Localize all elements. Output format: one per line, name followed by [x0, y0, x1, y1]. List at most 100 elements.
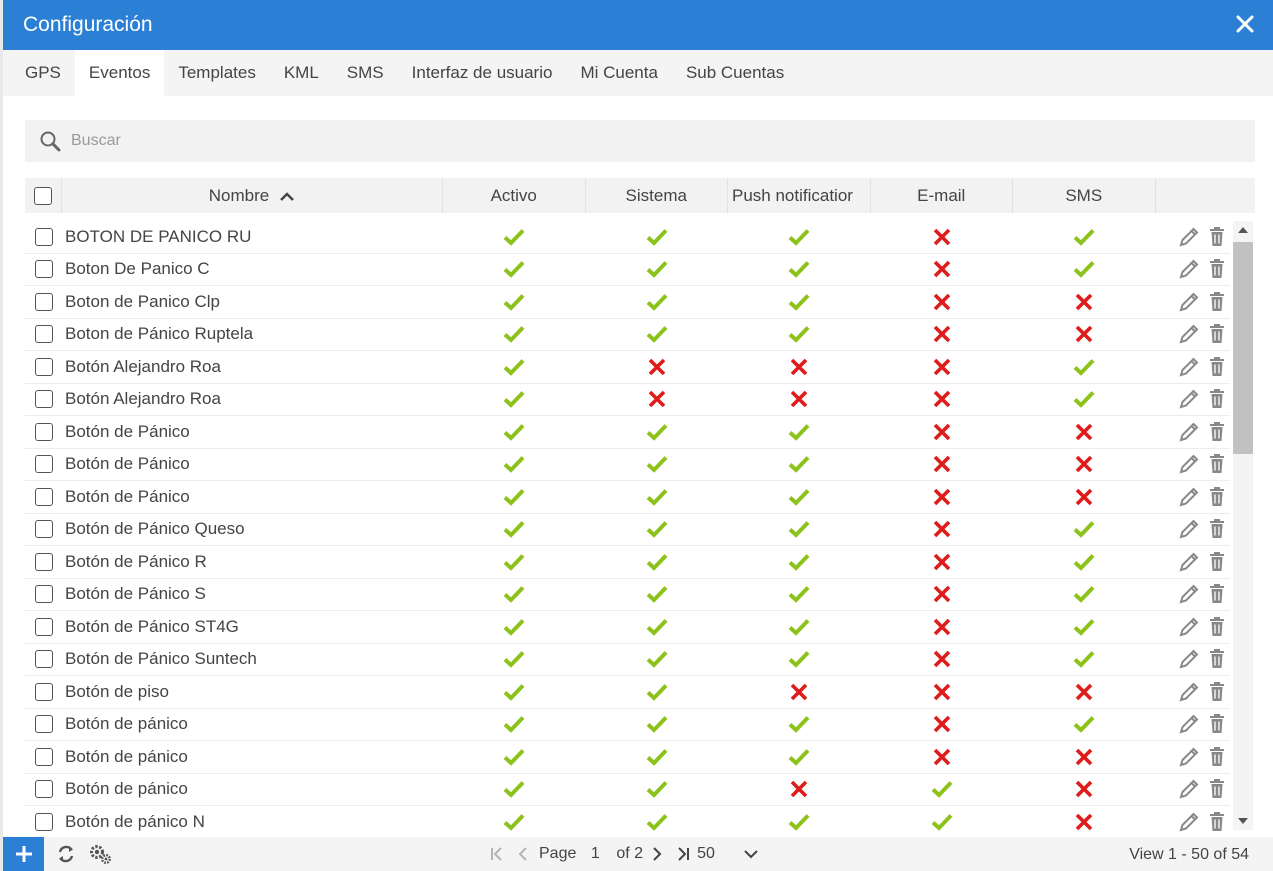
- row-checkbox[interactable]: [34, 552, 53, 571]
- refresh-button[interactable]: [56, 844, 76, 864]
- table-row[interactable]: Botón de piso: [25, 676, 1230, 709]
- select-all-checkbox[interactable]: [34, 186, 52, 205]
- pencil-icon[interactable]: [1178, 356, 1200, 378]
- tab-eventos[interactable]: Eventos: [74, 50, 165, 96]
- table-row[interactable]: Botón Alejandro Roa: [25, 351, 1230, 384]
- scrollbar-thumb[interactable]: [1233, 242, 1253, 454]
- tab-gps[interactable]: GPS: [11, 50, 75, 96]
- table-row[interactable]: Botón Alejandro Roa: [25, 384, 1230, 416]
- column-header-sms[interactable]: SMS: [1013, 178, 1156, 213]
- row-checkbox[interactable]: [34, 812, 53, 831]
- table-row[interactable]: Botón de Pánico Queso: [25, 514, 1230, 546]
- pencil-icon[interactable]: [1178, 258, 1200, 280]
- add-button[interactable]: [3, 837, 44, 871]
- trash-icon[interactable]: [1208, 583, 1226, 605]
- settings-button[interactable]: [88, 843, 112, 865]
- trash-icon[interactable]: [1208, 518, 1226, 540]
- row-checkbox[interactable]: [34, 520, 53, 539]
- row-checkbox[interactable]: [34, 585, 53, 604]
- row-checkbox[interactable]: [34, 682, 53, 701]
- trash-icon[interactable]: [1208, 616, 1226, 638]
- table-row[interactable]: Botón de Pánico: [25, 416, 1230, 449]
- page-number-input[interactable]: [578, 845, 613, 863]
- pencil-icon[interactable]: [1178, 388, 1200, 410]
- row-checkbox[interactable]: [34, 325, 53, 344]
- trash-icon[interactable]: [1208, 811, 1226, 833]
- last-page-button[interactable]: [675, 846, 691, 862]
- pencil-icon[interactable]: [1178, 453, 1200, 475]
- pencil-icon[interactable]: [1178, 583, 1200, 605]
- pencil-icon[interactable]: [1178, 323, 1200, 345]
- pencil-icon[interactable]: [1178, 551, 1200, 573]
- close-icon[interactable]: [1233, 12, 1257, 36]
- pencil-icon[interactable]: [1178, 421, 1200, 443]
- trash-icon[interactable]: [1208, 551, 1226, 573]
- trash-icon[interactable]: [1208, 323, 1226, 345]
- row-checkbox[interactable]: [34, 617, 53, 636]
- row-checkbox[interactable]: [34, 357, 53, 376]
- column-header-email[interactable]: E-mail: [871, 178, 1013, 213]
- table-row[interactable]: Botón de pánico N: [25, 806, 1230, 835]
- table-row[interactable]: Botón de pánico: [25, 741, 1230, 774]
- table-row[interactable]: Botón de Pánico S: [25, 579, 1230, 611]
- trash-icon[interactable]: [1208, 421, 1226, 443]
- pencil-icon[interactable]: [1178, 291, 1200, 313]
- pencil-icon[interactable]: [1178, 713, 1200, 735]
- trash-icon[interactable]: [1208, 746, 1226, 768]
- trash-icon[interactable]: [1208, 258, 1226, 280]
- pencil-icon[interactable]: [1178, 486, 1200, 508]
- row-checkbox[interactable]: [34, 390, 53, 409]
- pencil-icon[interactable]: [1178, 811, 1200, 833]
- trash-icon[interactable]: [1208, 486, 1226, 508]
- row-checkbox[interactable]: [34, 292, 53, 311]
- tab-interfaz-de-usuario[interactable]: Interfaz de usuario: [398, 50, 567, 96]
- column-header-nombre[interactable]: Nombre: [62, 178, 443, 213]
- row-checkbox[interactable]: [34, 422, 53, 441]
- table-row[interactable]: BOTON DE PANICO RU: [25, 221, 1230, 254]
- row-checkbox[interactable]: [34, 227, 53, 246]
- table-row[interactable]: Botón de pánico: [25, 709, 1230, 741]
- trash-icon[interactable]: [1208, 291, 1226, 313]
- pencil-icon[interactable]: [1178, 226, 1200, 248]
- tab-kml[interactable]: KML: [270, 50, 333, 96]
- next-page-button[interactable]: [651, 846, 663, 862]
- row-checkbox[interactable]: [34, 260, 53, 279]
- table-row[interactable]: Botón de Pánico: [25, 449, 1230, 481]
- search-input[interactable]: [71, 132, 1171, 150]
- first-page-button[interactable]: [489, 846, 505, 862]
- tab-sub-cuentas[interactable]: Sub Cuentas: [672, 50, 798, 96]
- column-header-push[interactable]: Push notificatior: [728, 178, 871, 213]
- row-checkbox[interactable]: [34, 487, 53, 506]
- row-checkbox[interactable]: [34, 715, 53, 734]
- trash-icon[interactable]: [1208, 453, 1226, 475]
- pencil-icon[interactable]: [1178, 681, 1200, 703]
- pencil-icon[interactable]: [1178, 518, 1200, 540]
- tab-sms[interactable]: SMS: [333, 50, 398, 96]
- trash-icon[interactable]: [1208, 681, 1226, 703]
- prev-page-button[interactable]: [517, 846, 529, 862]
- row-checkbox[interactable]: [34, 780, 53, 799]
- page-size-select[interactable]: 50: [697, 845, 759, 863]
- table-row[interactable]: Botón de Pánico Suntech: [25, 644, 1230, 676]
- vertical-scrollbar[interactable]: [1233, 221, 1253, 830]
- table-row[interactable]: Boton de Panico Clp: [25, 286, 1230, 319]
- column-header-activo[interactable]: Activo: [443, 178, 586, 213]
- row-checkbox[interactable]: [34, 455, 53, 474]
- column-header-sistema[interactable]: Sistema: [586, 178, 728, 213]
- trash-icon[interactable]: [1208, 388, 1226, 410]
- trash-icon[interactable]: [1208, 356, 1226, 378]
- row-checkbox[interactable]: [34, 747, 53, 766]
- table-row[interactable]: Boton de Pánico Ruptela: [25, 319, 1230, 351]
- pencil-icon[interactable]: [1178, 778, 1200, 800]
- trash-icon[interactable]: [1208, 226, 1226, 248]
- table-row[interactable]: Botón de pánico: [25, 774, 1230, 806]
- trash-icon[interactable]: [1208, 778, 1226, 800]
- row-checkbox[interactable]: [34, 650, 53, 669]
- table-row[interactable]: Botón de Pánico: [25, 481, 1230, 514]
- table-row[interactable]: Boton De Panico C: [25, 254, 1230, 286]
- pencil-icon[interactable]: [1178, 616, 1200, 638]
- scroll-up-arrow-icon[interactable]: [1238, 227, 1248, 233]
- table-row[interactable]: Botón de Pánico R: [25, 546, 1230, 579]
- tab-templates[interactable]: Templates: [164, 50, 269, 96]
- tab-mi-cuenta[interactable]: Mi Cuenta: [566, 50, 671, 96]
